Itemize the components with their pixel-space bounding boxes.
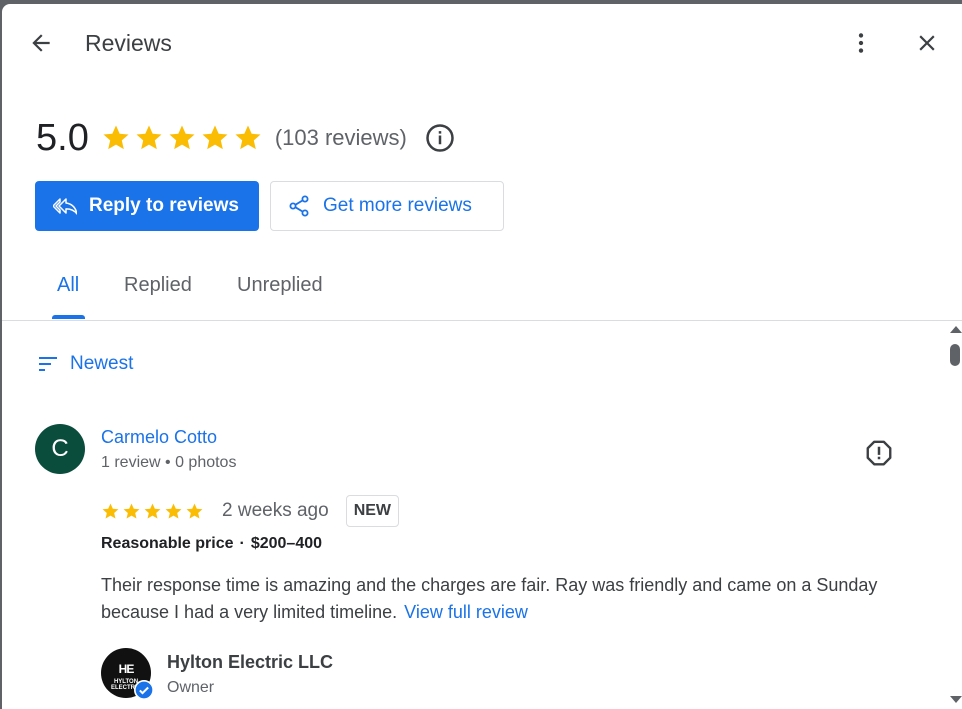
share-icon xyxy=(289,195,309,217)
star-icon xyxy=(186,503,203,519)
new-badge: NEW xyxy=(345,495,400,527)
get-more-reviews-label: Get more reviews xyxy=(323,195,472,216)
rating-stars xyxy=(101,123,263,153)
star-icon xyxy=(102,503,119,519)
back-button[interactable] xyxy=(24,26,58,60)
more-vert-icon xyxy=(858,33,864,53)
price-attribute: Reasonable price · $200–400 xyxy=(101,535,322,553)
reply-to-reviews-label: Reply to reviews xyxy=(89,195,239,216)
report-icon[interactable] xyxy=(864,438,894,468)
scrollbar[interactable] xyxy=(946,322,962,709)
tab-all[interactable]: All xyxy=(57,274,79,297)
arrow-back-icon xyxy=(32,34,50,52)
sort-icon xyxy=(39,357,57,371)
verified-badge-icon xyxy=(134,680,154,700)
review-count: (103 reviews) xyxy=(274,125,407,150)
scroll-down-arrow[interactable] xyxy=(950,696,962,703)
tab-replied[interactable]: Replied xyxy=(124,274,192,297)
star-icon xyxy=(136,125,162,150)
owner-logo-initials: HE xyxy=(118,662,135,676)
star-icon xyxy=(103,125,129,150)
close-button[interactable] xyxy=(910,26,944,60)
price-value: $200–400 xyxy=(250,535,323,552)
more-options-button[interactable] xyxy=(844,26,878,60)
active-tab-indicator xyxy=(52,315,85,319)
close-icon xyxy=(919,35,935,51)
review-date: 2 weeks ago xyxy=(222,500,329,521)
review-rating-row: 2 weeks ago NEW xyxy=(101,494,400,528)
reply-to-reviews-button[interactable]: Reply to reviews xyxy=(35,181,259,231)
top-bar: Reviews xyxy=(2,4,962,84)
reviewer-meta: 1 review • 0 photos xyxy=(101,454,237,471)
owner-role: Owner xyxy=(167,679,215,696)
reviewer-avatar[interactable]: C xyxy=(35,424,85,474)
get-more-reviews-button[interactable]: Get more reviews xyxy=(270,181,504,231)
review-stars xyxy=(101,502,204,521)
info-icon[interactable] xyxy=(425,123,455,153)
price-label: Reasonable price xyxy=(101,535,234,552)
owner-avatar: HE HYLTON ELECTRIC xyxy=(101,648,154,700)
owner-name: Hylton Electric LLC xyxy=(167,652,334,672)
reviewer-name[interactable]: Carmelo Cotto xyxy=(101,427,217,448)
star-icon xyxy=(123,503,140,519)
view-full-review-link[interactable]: View full review xyxy=(404,602,528,622)
price-separator: · xyxy=(239,535,245,552)
star-icon xyxy=(202,125,228,150)
scroll-thumb[interactable] xyxy=(950,344,960,366)
reply-all-icon xyxy=(53,198,77,215)
star-icon xyxy=(144,503,161,519)
review-tabs: All Replied Unreplied xyxy=(2,260,962,321)
reviews-panel: Reviews 5.0 (103 reviews) Reply to revie… xyxy=(2,4,962,709)
star-icon xyxy=(165,503,182,519)
scroll-up-arrow[interactable] xyxy=(950,326,962,333)
rating-value: 5.0 xyxy=(36,116,89,159)
page-title: Reviews xyxy=(85,30,172,56)
tab-unreplied[interactable]: Unreplied xyxy=(237,274,323,297)
sort-button[interactable]: Newest xyxy=(36,352,133,376)
rating-summary: 5.0 (103 reviews) xyxy=(36,116,455,160)
star-icon xyxy=(235,125,261,150)
review-text: Their response time is amazing and the c… xyxy=(101,572,901,626)
star-icon xyxy=(169,125,195,150)
sort-label: Newest xyxy=(70,353,134,374)
